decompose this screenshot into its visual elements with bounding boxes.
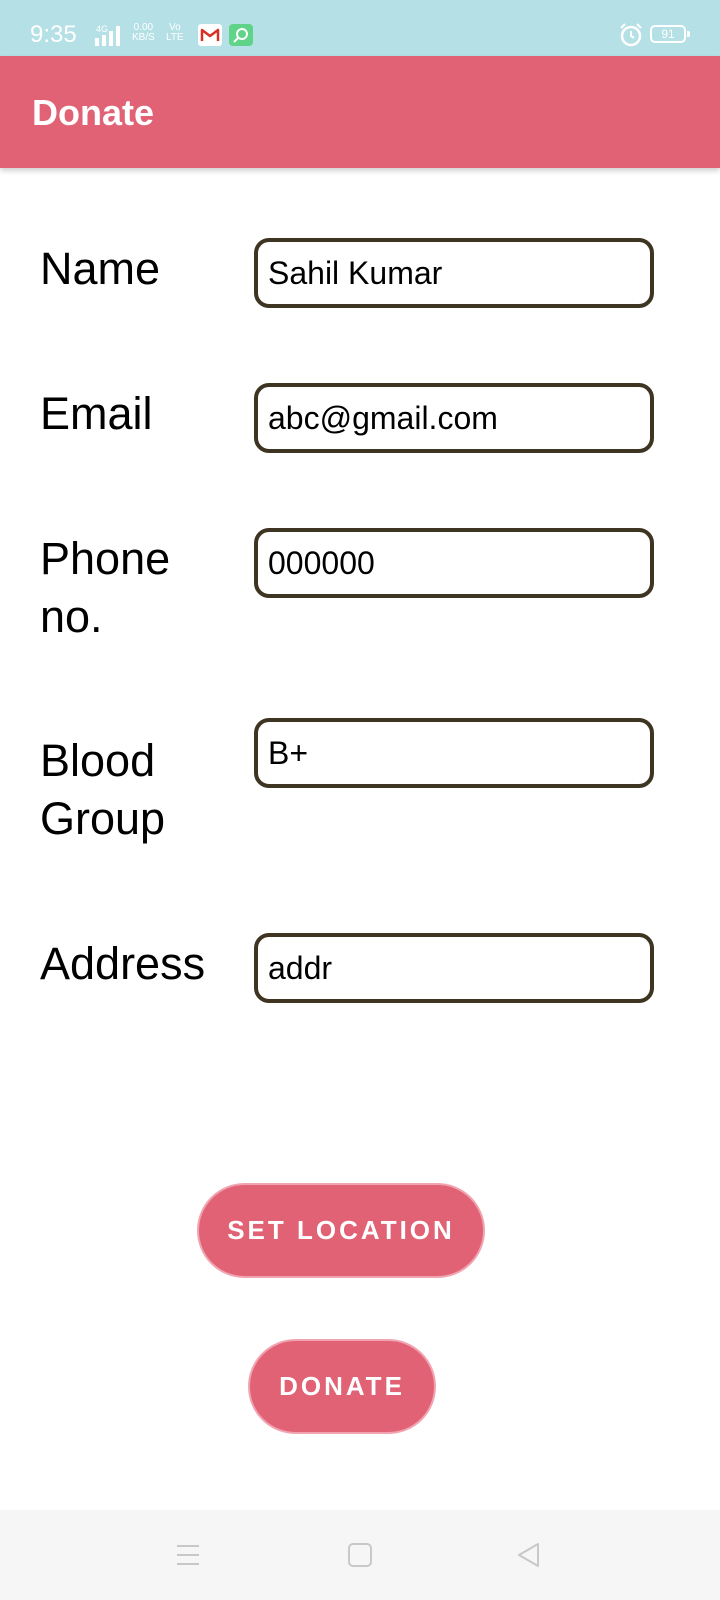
blood-group-field[interactable]: B+ bbox=[254, 718, 654, 788]
status-time: 9:35 bbox=[30, 21, 77, 48]
volte-bottom: LTE bbox=[166, 32, 184, 43]
email-label: Email bbox=[40, 388, 153, 439]
app-bar: Donate bbox=[0, 56, 720, 168]
set-location-button[interactable]: SET LOCATION bbox=[197, 1183, 485, 1278]
name-field[interactable]: Sahil Kumar bbox=[254, 238, 654, 308]
battery-icon: 91 bbox=[650, 25, 690, 43]
page-title: Donate bbox=[32, 92, 155, 133]
menu-icon[interactable] bbox=[175, 1542, 201, 1568]
gmail-icon bbox=[198, 24, 222, 46]
signal-icon bbox=[95, 26, 120, 46]
navigation-bar bbox=[0, 1510, 720, 1600]
back-icon[interactable] bbox=[516, 1542, 542, 1568]
phone-label: Phone no. bbox=[40, 533, 171, 642]
email-field[interactable]: abc@gmail.com bbox=[254, 383, 654, 453]
network-speed: 0.00 KB/S bbox=[132, 23, 155, 43]
status-bar: 9:35 4G 0.00 KB/S Vo LTE 91 bbox=[0, 0, 720, 56]
address-field[interactable]: addr bbox=[254, 933, 654, 1003]
name-label: Name bbox=[40, 243, 161, 294]
phone-field[interactable]: 000000 bbox=[254, 528, 654, 598]
alarm-icon bbox=[620, 23, 642, 47]
volte-indicator: Vo LTE bbox=[166, 23, 184, 43]
address-label: Address bbox=[40, 938, 206, 989]
green-app-icon bbox=[229, 24, 253, 46]
donate-button[interactable]: DONATE bbox=[248, 1339, 436, 1434]
blood-group-label: Blood Group bbox=[40, 735, 166, 844]
home-icon[interactable] bbox=[347, 1542, 373, 1568]
network-speed-unit: KB/S bbox=[132, 32, 155, 43]
